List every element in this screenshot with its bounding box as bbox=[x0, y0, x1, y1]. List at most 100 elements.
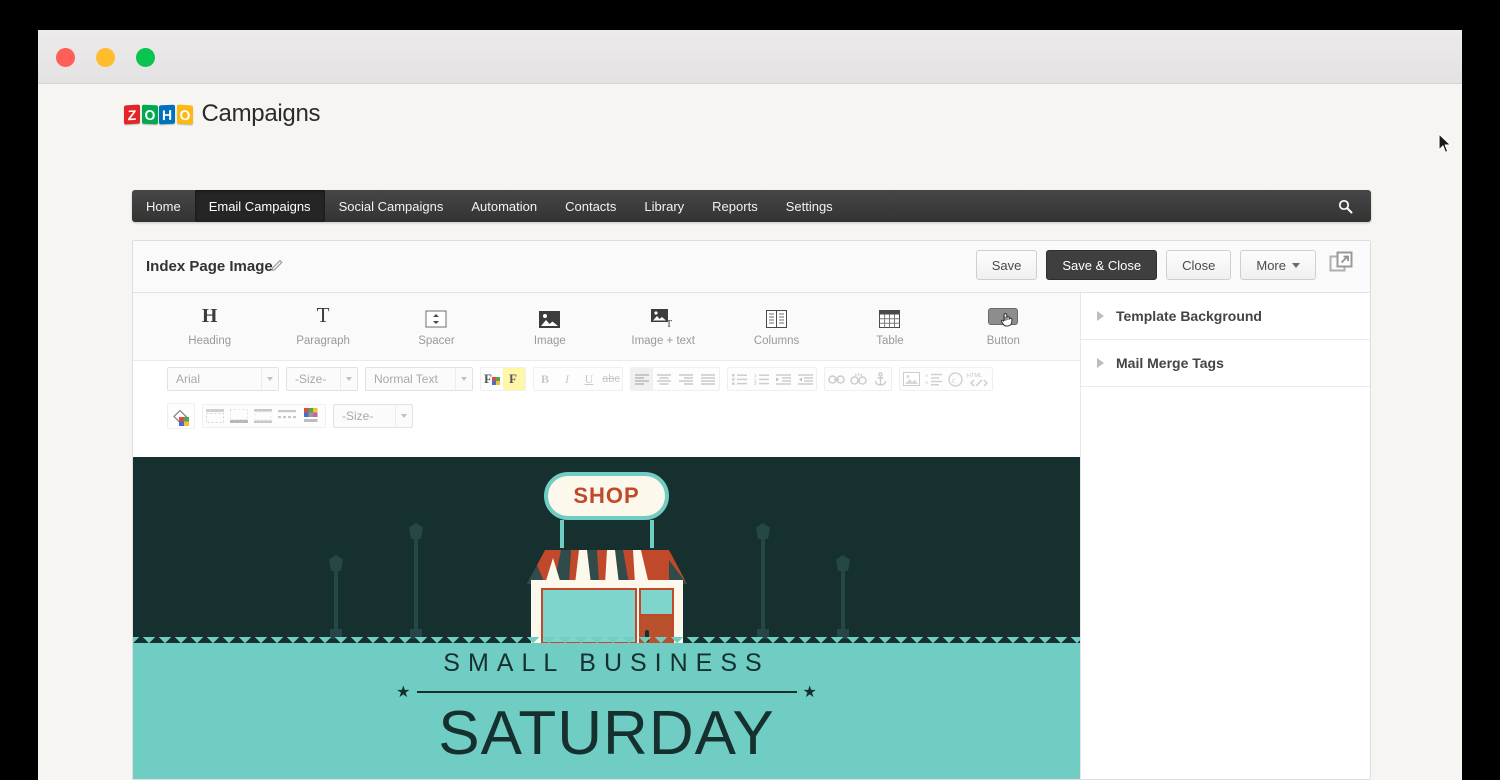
panel-section-mail-merge-tags[interactable]: Mail Merge Tags bbox=[1081, 340, 1370, 387]
palette-item-image-text[interactable]: T Image + text bbox=[607, 306, 720, 347]
palette-item-paragraph[interactable]: T Paragraph bbox=[266, 303, 379, 347]
svg-text:A: A bbox=[925, 373, 928, 378]
palette-label: Image + text bbox=[631, 335, 695, 347]
window-close-button[interactable] bbox=[56, 48, 75, 67]
svg-text:A: A bbox=[925, 380, 928, 385]
svg-text:HTML: HTML bbox=[967, 373, 982, 379]
page-title: Index Page Image bbox=[146, 258, 273, 275]
palette-item-columns[interactable]: Columns bbox=[720, 306, 833, 347]
window-minimize-button[interactable] bbox=[96, 48, 115, 67]
border-color-icon[interactable] bbox=[299, 405, 325, 427]
nav-item-social-campaigns[interactable]: Social Campaigns bbox=[325, 190, 458, 222]
text-format-group: B I U abc bbox=[533, 367, 623, 391]
indent-icon[interactable] bbox=[772, 368, 794, 390]
nav-item-home[interactable]: Home bbox=[132, 190, 195, 222]
link-icon[interactable] bbox=[825, 368, 847, 390]
nav-item-email-campaigns[interactable]: Email Campaigns bbox=[194, 190, 325, 222]
font-family-value: Arial bbox=[176, 372, 201, 386]
svg-text:T: T bbox=[666, 319, 672, 328]
border-size-select[interactable]: -Size- bbox=[333, 404, 413, 428]
save-button[interactable]: Save bbox=[975, 250, 1038, 280]
rule-line bbox=[416, 691, 797, 693]
more-button[interactable]: More bbox=[1240, 250, 1316, 280]
border-bottom-icon[interactable] bbox=[227, 405, 251, 427]
template-editor: H Heading T Paragraph Spacer Image T Ima… bbox=[133, 293, 1080, 779]
shop-sign: SHOP bbox=[544, 472, 669, 520]
align-justify-icon[interactable] bbox=[697, 368, 719, 390]
border-none-icon[interactable] bbox=[203, 405, 227, 427]
font-size-select[interactable]: -Size- bbox=[286, 367, 358, 391]
insert-image-icon[interactable] bbox=[900, 368, 922, 390]
star-icon: ★ bbox=[396, 684, 411, 701]
border-size-value: -Size- bbox=[342, 409, 374, 423]
palette-label: Columns bbox=[753, 335, 800, 347]
bullet-list-icon[interactable] bbox=[728, 368, 750, 390]
app-brand: Z O H O Campaigns bbox=[124, 100, 321, 128]
text-style-select[interactable]: Normal Text bbox=[365, 367, 473, 391]
palette-label: Paragraph bbox=[296, 335, 350, 347]
settings-panel: Template Background Mail Merge Tags bbox=[1080, 293, 1370, 779]
banner-eyebrow: SMALL BUSINESS bbox=[443, 649, 770, 677]
save-close-button[interactable]: Save & Close bbox=[1046, 250, 1158, 280]
strikethrough-icon[interactable]: abc bbox=[600, 368, 622, 390]
align-center-icon[interactable] bbox=[653, 368, 675, 390]
palette-label: Spacer bbox=[418, 335, 455, 347]
zoho-campaigns-app: Z O H O Campaigns Home Email Campaigns S… bbox=[38, 84, 1462, 780]
nav-item-library[interactable]: Library bbox=[630, 190, 698, 222]
palette-item-table[interactable]: Table bbox=[833, 306, 946, 347]
font-family-select[interactable]: Arial bbox=[167, 367, 279, 391]
html-source-icon[interactable]: HTML bbox=[966, 368, 992, 390]
background-color-icon[interactable] bbox=[168, 404, 194, 428]
align-right-icon[interactable] bbox=[675, 368, 697, 390]
unlink-icon[interactable] bbox=[847, 368, 869, 390]
more-button-label: More bbox=[1256, 257, 1286, 273]
merge-tag-icon[interactable]: AA bbox=[922, 368, 944, 390]
awning-icon bbox=[526, 550, 687, 584]
copyright-icon[interactable]: c bbox=[944, 368, 966, 390]
list-group: 123 bbox=[727, 367, 817, 391]
close-button[interactable]: Close bbox=[1166, 250, 1232, 280]
expand-window-icon[interactable] bbox=[1329, 250, 1354, 280]
zoho-logo-icon: Z O H O bbox=[124, 104, 193, 124]
search-icon[interactable] bbox=[1320, 190, 1371, 222]
palette-item-image[interactable]: Image bbox=[493, 306, 606, 347]
nav-item-contacts[interactable]: Contacts bbox=[551, 190, 630, 222]
pencil-icon[interactable] bbox=[270, 258, 285, 278]
underline-icon[interactable]: U bbox=[578, 368, 600, 390]
palette-item-heading[interactable]: H Heading bbox=[153, 305, 266, 347]
nav-item-settings[interactable]: Settings bbox=[772, 190, 847, 222]
palette-item-button[interactable]: Button bbox=[947, 306, 1060, 347]
image-icon bbox=[539, 306, 561, 328]
svg-text:3: 3 bbox=[754, 381, 757, 385]
heading-icon: H bbox=[201, 305, 218, 327]
outdent-icon[interactable] bbox=[794, 368, 816, 390]
insert-group: AA c HTML bbox=[899, 367, 993, 391]
font-color-icon[interactable]: F bbox=[481, 368, 503, 390]
panel-section-template-background[interactable]: Template Background bbox=[1081, 293, 1370, 340]
font-size-value: -Size- bbox=[295, 372, 327, 386]
border-outline-icon[interactable] bbox=[251, 405, 275, 427]
image-text-icon: T bbox=[651, 306, 675, 328]
main-navigation: Home Email Campaigns Social Campaigns Au… bbox=[132, 190, 1371, 222]
numbered-list-icon[interactable]: 123 bbox=[750, 368, 772, 390]
highlight-color-icon[interactable]: F bbox=[503, 368, 525, 390]
anchor-icon[interactable] bbox=[869, 368, 891, 390]
chevron-right-icon bbox=[1097, 358, 1104, 368]
window-maximize-button[interactable] bbox=[136, 48, 155, 67]
nav-item-automation[interactable]: Automation bbox=[457, 190, 551, 222]
nav-item-reports[interactable]: Reports bbox=[698, 190, 772, 222]
border-dashed-icon[interactable] bbox=[275, 405, 299, 427]
columns-icon bbox=[766, 306, 788, 328]
chevron-down-icon bbox=[340, 368, 357, 390]
street-lamp-icon bbox=[329, 555, 343, 639]
logo-letter: O bbox=[176, 104, 193, 124]
bold-icon[interactable]: B bbox=[534, 368, 556, 390]
email-preview-canvas[interactable]: SHOP SMALL BUSINESS ★ ★ SATURDAY bbox=[133, 457, 1080, 779]
palette-item-spacer[interactable]: Spacer bbox=[380, 306, 493, 347]
panel-section-label: Template Background bbox=[1116, 308, 1262, 324]
button-icon bbox=[988, 306, 1019, 328]
street-lamp-icon bbox=[409, 523, 423, 639]
align-left-icon[interactable] bbox=[631, 368, 653, 390]
campaign-editor-card: Index Page Image Save Save & Close Close… bbox=[132, 240, 1371, 780]
italic-icon[interactable]: I bbox=[556, 368, 578, 390]
